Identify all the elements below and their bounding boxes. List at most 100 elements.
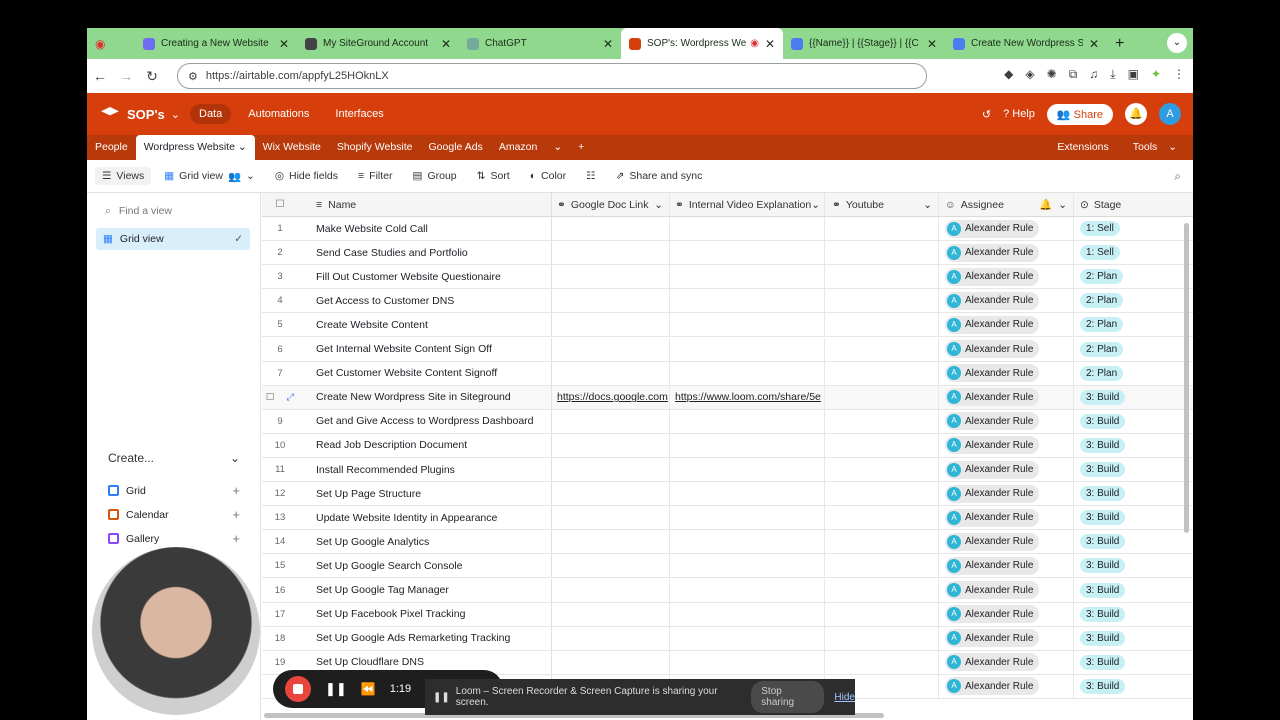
- cell-doc-link[interactable]: [552, 337, 670, 361]
- cell-stage[interactable]: 3: Build: [1074, 506, 1193, 529]
- cell-video-link[interactable]: [670, 265, 825, 289]
- close-icon[interactable]: ✕: [279, 37, 289, 51]
- cell-youtube[interactable]: [825, 506, 939, 530]
- nav-interfaces[interactable]: Interfaces: [326, 104, 392, 124]
- select-all-checkbox[interactable]: ☐: [262, 193, 298, 216]
- group-button[interactable]: ▤ Group: [406, 167, 464, 185]
- extension-icon[interactable]: ◆: [1004, 67, 1013, 82]
- cell-doc-link[interactable]: [552, 578, 670, 602]
- extension-icon[interactable]: ✺: [1047, 67, 1057, 82]
- cell-video-link[interactable]: [670, 458, 825, 481]
- extensions-button[interactable]: Extensions: [1049, 135, 1116, 160]
- cell-video-link[interactable]: [670, 337, 825, 361]
- nav-automations[interactable]: Automations: [239, 104, 318, 124]
- cell-assignee[interactable]: A Alexander Rule: [939, 313, 1074, 337]
- cell-doc-link[interactable]: [552, 361, 670, 385]
- cell-doc-link[interactable]: [552, 482, 670, 506]
- cell-stage[interactable]: 3: Build: [1074, 458, 1193, 481]
- create-calendar[interactable]: Calendar +: [108, 507, 240, 522]
- create-grid[interactable]: Grid +: [108, 483, 240, 498]
- table-row[interactable]: 14 Set Up Google Analytics A Alexander Rule…: [262, 530, 1193, 555]
- cell-youtube[interactable]: [825, 337, 939, 361]
- table-row[interactable]: 12 Set Up Page Structure A Alexander Rule 3:…: [262, 482, 1193, 507]
- cell-name[interactable]: Install Recommended Plugins: [304, 458, 552, 481]
- webcam-bubble[interactable]: [92, 547, 260, 715]
- cell-name[interactable]: Create Website Content: [304, 313, 552, 337]
- table-row[interactable]: 1 Make Website Cold Call A Alexander Rule 1:…: [262, 217, 1193, 241]
- vertical-scrollbar[interactable]: [1184, 223, 1189, 533]
- cell-stage[interactable]: 3: Build: [1074, 603, 1193, 626]
- puzzle-icon[interactable]: ⧉: [1069, 67, 1078, 82]
- cell-video-link[interactable]: https://www.loom.com/share/5e: [670, 385, 825, 409]
- cell-doc-link[interactable]: [552, 554, 670, 578]
- nav-data[interactable]: Data: [190, 104, 232, 124]
- cell-video-link[interactable]: [670, 217, 825, 240]
- column-header-youtube[interactable]: ⚭ Youtube ⌄: [825, 193, 939, 216]
- close-icon[interactable]: ✕: [1089, 37, 1099, 51]
- cell-doc-link[interactable]: [552, 650, 670, 674]
- forward-icon[interactable]: →: [113, 68, 139, 84]
- table-row[interactable]: 16 Set Up Google Tag Manager A Alexander Ru…: [262, 578, 1193, 603]
- cell-youtube[interactable]: [825, 554, 939, 578]
- cell-stage[interactable]: 3: Build: [1074, 579, 1193, 602]
- table-row[interactable]: 13 Update Website Identity in Appearance A…: [262, 506, 1193, 531]
- column-header-video[interactable]: ⚭ Internal Video Explanation ⌄: [670, 193, 825, 216]
- cell-name[interactable]: Update Website Identity in Appearance: [304, 506, 552, 530]
- table-row[interactable]: ☐ ⤢ Create New Wordpress Site in Sitegrou…: [262, 385, 1193, 410]
- cell-video-link[interactable]: [670, 626, 825, 650]
- browser-tab[interactable]: {{Name}} | {{Stage}} | {{C ✕: [783, 28, 945, 59]
- table-tab-amazon[interactable]: Amazon: [491, 135, 546, 160]
- cell-assignee[interactable]: A Alexander Rule: [939, 554, 1074, 578]
- cell-stage[interactable]: 3: Build: [1074, 530, 1193, 553]
- pause-icon[interactable]: ❚❚: [325, 681, 347, 697]
- column-header-stage[interactable]: ⊙ Stage: [1074, 193, 1193, 216]
- cell-name[interactable]: Fill Out Customer Website Questionaire: [304, 265, 552, 289]
- more-tables-icon[interactable]: ⌄: [545, 135, 570, 160]
- color-button[interactable]: ◐ Color: [523, 167, 573, 185]
- tab-search-icon[interactable]: ⌄: [1167, 33, 1187, 53]
- close-icon[interactable]: ✕: [765, 37, 775, 51]
- extension-icon[interactable]: ✦: [1151, 67, 1161, 82]
- cell-youtube[interactable]: [825, 530, 939, 554]
- cell-youtube[interactable]: [825, 602, 939, 626]
- cell-doc-link[interactable]: [552, 409, 670, 433]
- cell-assignee[interactable]: A Alexander Rule: [939, 482, 1074, 506]
- expand-icon[interactable]: ⤢: [286, 392, 294, 403]
- new-tab-button[interactable]: +: [1107, 35, 1132, 53]
- table-row[interactable]: 3 Fill Out Customer Website Questionaire A…: [262, 265, 1193, 290]
- cell-assignee[interactable]: A Alexander Rule: [939, 602, 1074, 626]
- cell-doc-link[interactable]: [552, 602, 670, 626]
- table-row[interactable]: 18 Set Up Google Ads Remarketing Tracking…: [262, 626, 1193, 651]
- cell-name[interactable]: Set Up Google Search Console: [304, 554, 552, 578]
- table-tab-wix[interactable]: Wix Website: [255, 135, 329, 160]
- cell-assignee[interactable]: A Alexander Rule: [939, 506, 1074, 530]
- cell-youtube[interactable]: [825, 482, 939, 506]
- cell-youtube[interactable]: [825, 313, 939, 337]
- share-sync-button[interactable]: ⇗ Share and sync: [609, 167, 710, 185]
- browser-tab[interactable]: My SiteGround Account ✕: [297, 28, 459, 59]
- cell-link[interactable]: https://www.loom.com/share/5e: [675, 391, 821, 403]
- cell-assignee[interactable]: A Alexander Rule: [939, 289, 1074, 313]
- table-row[interactable]: 6 Get Internal Website Content Sign Off A A…: [262, 337, 1193, 362]
- cell-video-link[interactable]: [670, 530, 825, 554]
- cell-youtube[interactable]: [825, 458, 939, 481]
- cell-video-link[interactable]: [670, 313, 825, 337]
- browser-tab[interactable]: SOP's: Wordpress We ◉ ✕: [621, 28, 783, 59]
- find-view-input[interactable]: ⌕ Find a view: [105, 205, 250, 218]
- cell-video-link[interactable]: [670, 289, 825, 313]
- sort-button[interactable]: ⇅ Sort: [470, 167, 517, 185]
- cell-assignee[interactable]: A Alexander Rule: [939, 650, 1074, 674]
- chevron-down-icon[interactable]: ⌄: [171, 108, 180, 121]
- cell-assignee[interactable]: A Alexander Rule: [939, 530, 1074, 554]
- cell-name[interactable]: Get and Give Access to Wordpress Dashboa…: [304, 409, 552, 433]
- table-tab-people[interactable]: People: [87, 135, 136, 160]
- stop-sharing-button[interactable]: Stop sharing: [751, 681, 825, 713]
- cell-stage[interactable]: 3: Build: [1074, 675, 1193, 698]
- cell-name[interactable]: Set Up Google Ads Remarketing Tracking: [304, 626, 552, 650]
- history-icon[interactable]: ↺: [982, 108, 991, 121]
- download-icon[interactable]: ⤓: [1110, 67, 1115, 82]
- cell-doc-link[interactable]: [552, 626, 670, 650]
- cell-video-link[interactable]: [670, 433, 825, 457]
- cell-video-link[interactable]: [670, 482, 825, 506]
- table-row[interactable]: 5 Create Website Content A Alexander Rule 2:…: [262, 313, 1193, 338]
